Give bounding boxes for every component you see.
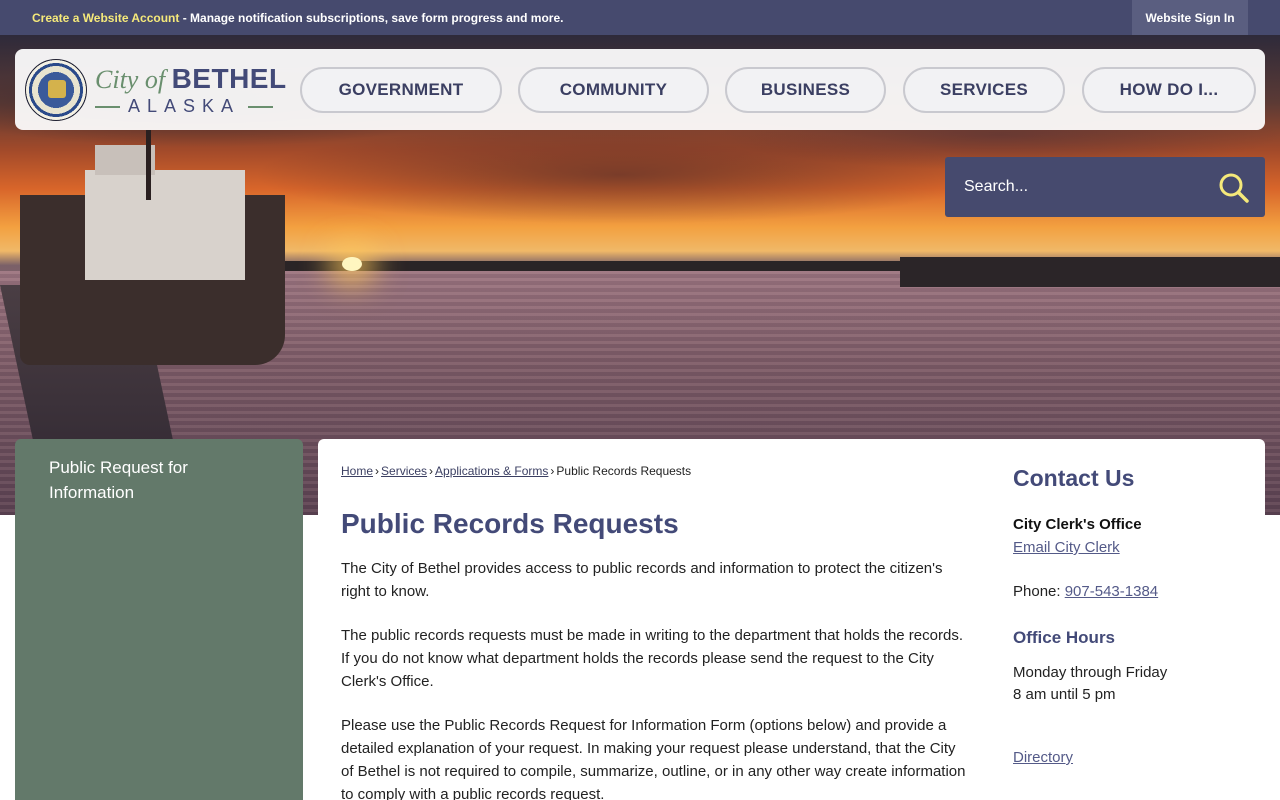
nav-community[interactable]: COMMUNITY [518, 67, 709, 113]
office-hours: Monday through Friday 8 am until 5 pm [1013, 662, 1253, 706]
nav-services[interactable]: SERVICES [903, 67, 1065, 113]
phone-link[interactable]: 907-543-1384 [1065, 583, 1158, 600]
brand-city-of: City of [95, 65, 172, 94]
contact-panel: Contact Us City Clerk's Office Email Cit… [1013, 465, 1253, 766]
hero-sun [342, 257, 362, 271]
hero-land [900, 257, 1280, 287]
site-header: City of BETHEL ALASKA GOVERNMENT COMMUNI… [15, 49, 1265, 130]
contact-phone: Phone: 907-543-1384 [1013, 583, 1253, 600]
nav-government[interactable]: GOVERNMENT [300, 67, 502, 113]
page-title: Public Records Requests [341, 508, 679, 539]
breadcrumb-current: Public Records Requests [556, 464, 692, 478]
breadcrumb-separator: › [429, 464, 434, 478]
sidebar-nav: Public Request for Information [15, 439, 303, 800]
nav-how-do-i[interactable]: HOW DO I... [1082, 67, 1256, 113]
nav-business[interactable]: BUSINESS [725, 67, 886, 113]
brand-state-label: ALASKA [127, 96, 241, 116]
office-hours-title: Office Hours [1013, 628, 1116, 647]
brand-divider-left [95, 105, 120, 108]
site-brand[interactable]: City of BETHEL [95, 63, 287, 95]
hero-boat-cabin [85, 170, 245, 280]
website-sign-in-button[interactable]: Website Sign In [1132, 0, 1248, 35]
body-paragraph: The public records requests must be made… [341, 627, 963, 690]
directory-link[interactable]: Directory [1013, 749, 1253, 766]
seal-emblem [48, 80, 66, 98]
search-input[interactable] [945, 157, 1205, 217]
brand-name: BETHEL [171, 63, 287, 94]
contact-office: City Clerk's Office [1013, 516, 1142, 533]
search-icon [1219, 173, 1249, 203]
breadcrumb-separator: › [550, 464, 555, 478]
breadcrumb-home[interactable]: Home [341, 464, 373, 478]
breadcrumb-services[interactable]: Services [381, 464, 427, 478]
contact-title: Contact Us [1013, 465, 1135, 491]
notification-bar: Create a Website Account - Manage notifi… [0, 0, 1280, 35]
sidebar-item-public-request[interactable]: Public Request for Information [49, 455, 269, 505]
email-clerk-link[interactable]: Email City Clerk [1013, 539, 1120, 556]
phone-label: Phone: [1013, 583, 1065, 600]
notification-message: Create a Website Account - Manage notifi… [32, 11, 563, 25]
breadcrumb-separator: › [375, 464, 380, 478]
hours-times: 8 am until 5 pm [1013, 686, 1116, 703]
body-paragraph: The City of Bethel provides access to pu… [341, 560, 943, 600]
city-seal-logo[interactable] [25, 59, 87, 121]
search-button[interactable] [1215, 169, 1253, 207]
breadcrumb: Home › Services › Applications & Forms › Publi… [341, 464, 691, 478]
search-box [945, 157, 1265, 217]
main-content: Home › Services › Applications & Forms › Publi… [318, 439, 1265, 800]
create-account-link[interactable]: Create a Website Account [32, 11, 179, 25]
notification-text: - Manage notification subscriptions, sav… [179, 11, 564, 25]
body-paragraph: Please use the Public Records Request fo… [341, 717, 966, 800]
page-body: The City of Bethel provides access to pu… [341, 557, 971, 800]
brand-state: ALASKA [95, 96, 274, 117]
breadcrumb-forms[interactable]: Applications & Forms [435, 464, 548, 478]
hours-days: Monday through Friday [1013, 664, 1168, 681]
hero-boat-mast [146, 130, 151, 200]
brand-divider-right [248, 105, 274, 108]
